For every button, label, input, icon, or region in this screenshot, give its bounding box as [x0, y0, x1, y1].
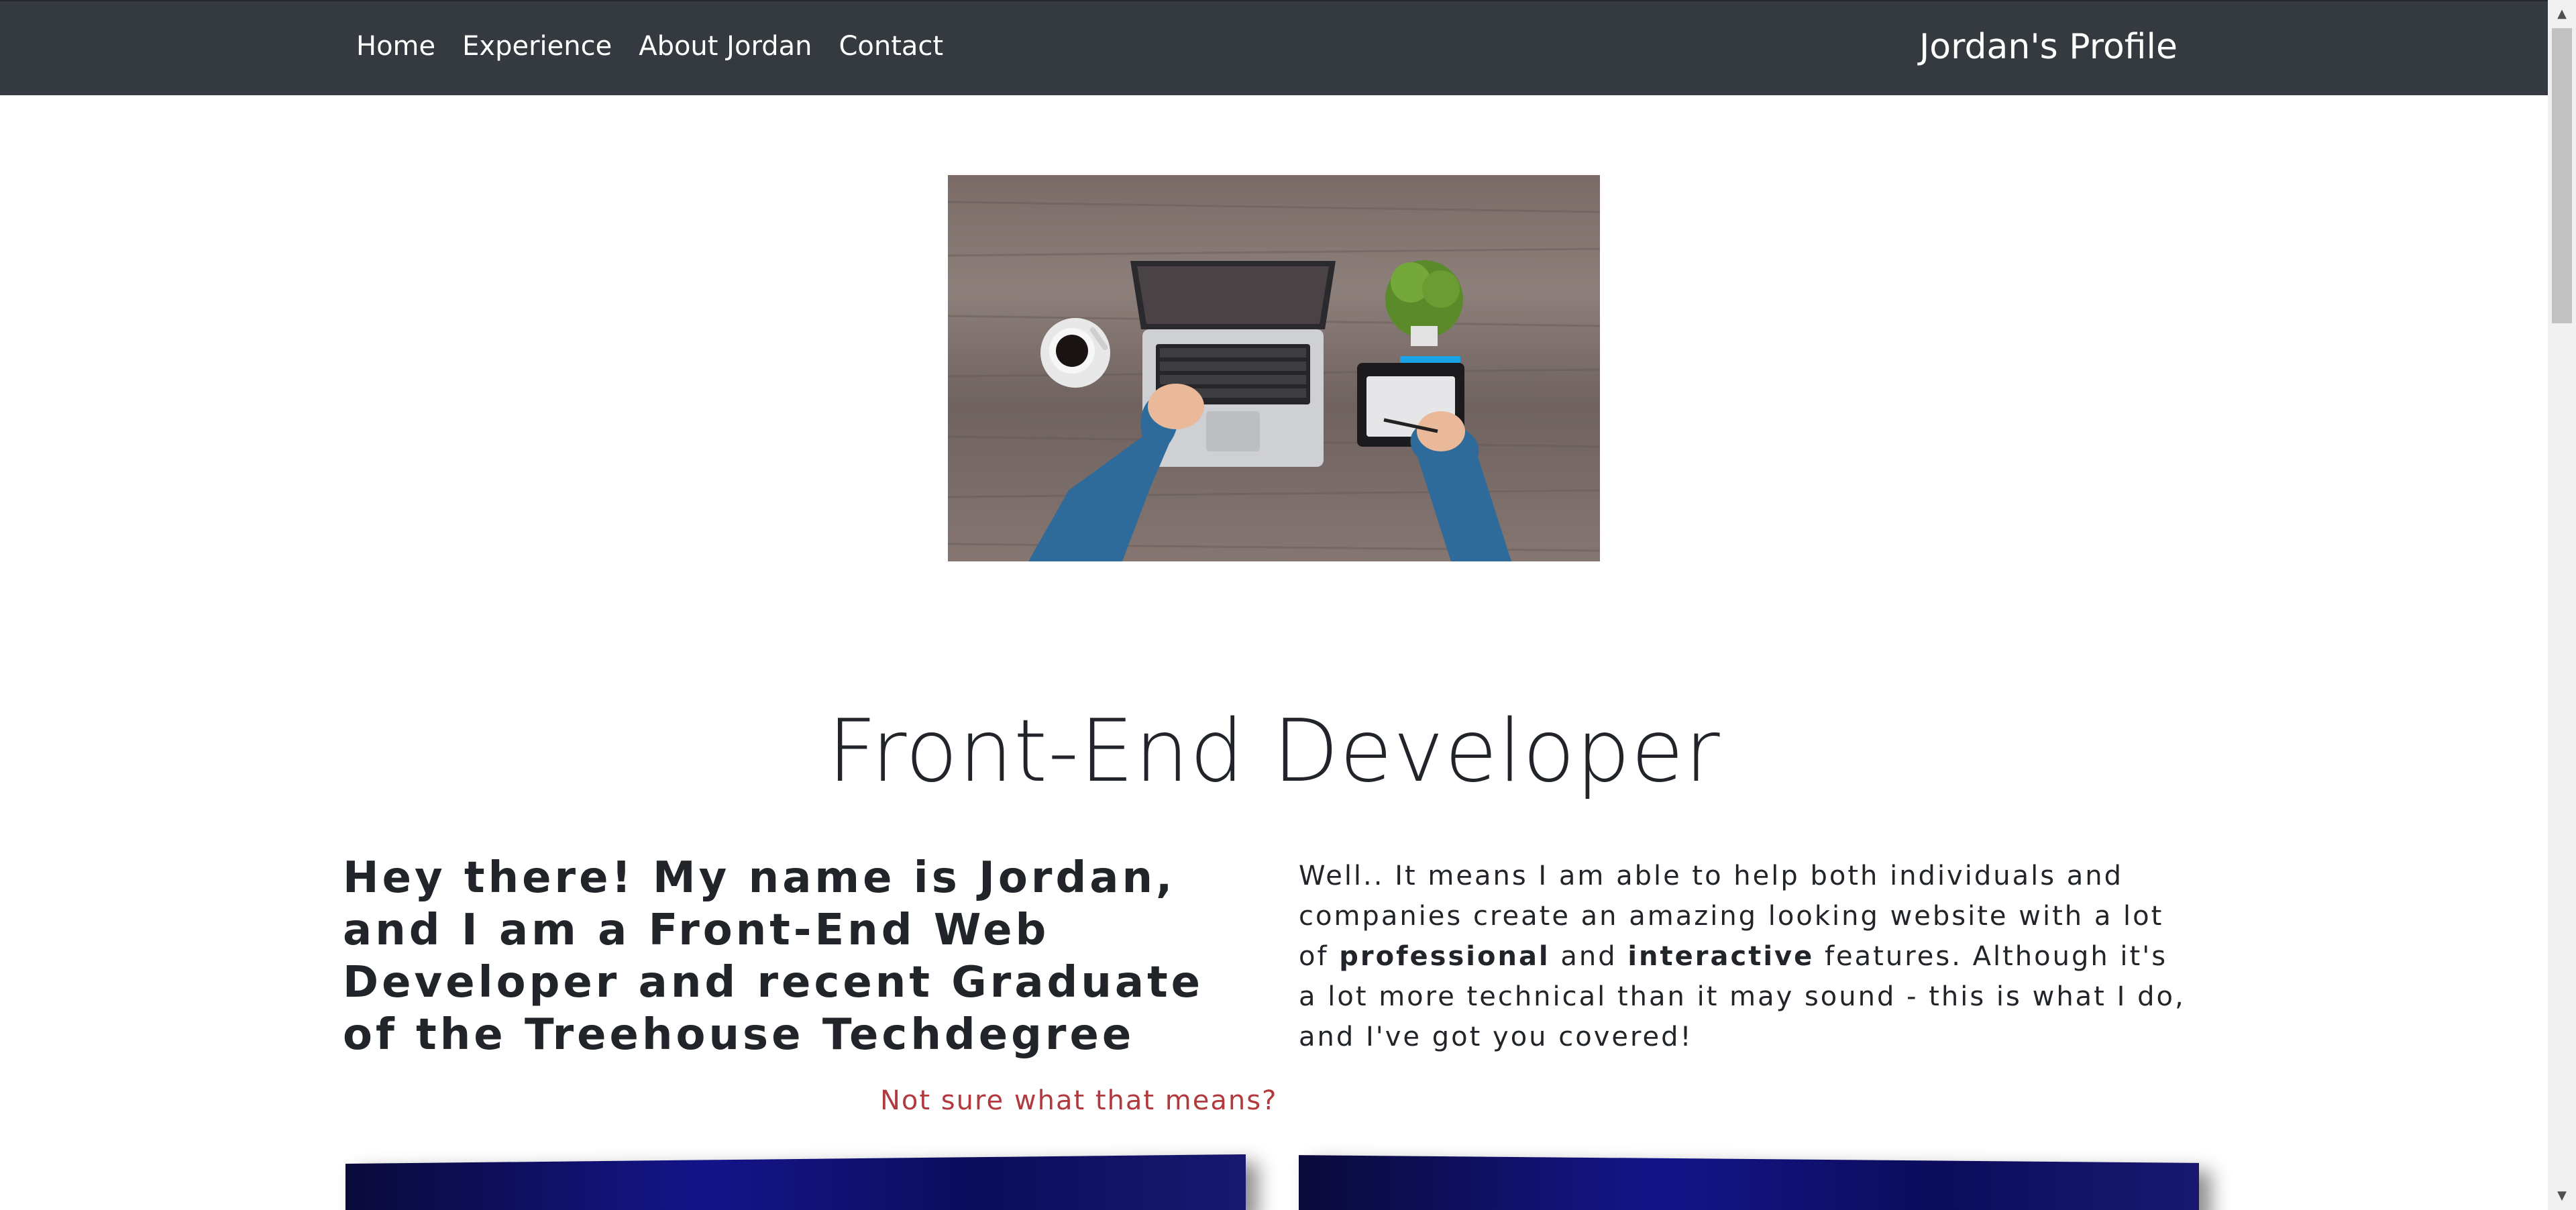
site-brand[interactable]: Jordan's Profile — [1919, 27, 2178, 67]
para-text-2: and — [1550, 941, 1628, 972]
nav-link-contact[interactable]: Contact — [839, 31, 943, 62]
para-bold-interactive: interactive — [1627, 941, 1815, 972]
intro-heading: Hey there! My name is Jordan, and I am a… — [343, 853, 1204, 1060]
page: Home Experience About Jordan Contact Jor… — [0, 0, 2576, 1210]
page-title: Front-End Developer — [827, 701, 1721, 802]
intro-paragraph: Well.. It means I am able to help both i… — [1299, 856, 2191, 1057]
scroll-thumb[interactable] — [2552, 28, 2572, 323]
top-navbar: Home Experience About Jordan Contact Jor… — [0, 0, 2548, 95]
hero-image — [948, 175, 1600, 561]
nav-link-about[interactable]: About Jordan — [639, 31, 812, 62]
nav-link-experience[interactable]: Experience — [462, 31, 612, 62]
nav-links: Home Experience About Jordan Contact — [356, 31, 943, 62]
para-bold-professional: professional — [1339, 941, 1550, 972]
page-scrollbar[interactable]: ▲ ▼ — [2548, 0, 2576, 1210]
scroll-up-arrow-icon[interactable]: ▲ — [2548, 0, 2576, 28]
nav-link-home[interactable]: Home — [356, 31, 435, 62]
not-sure-link[interactable]: Not sure what that means? — [880, 1085, 1277, 1116]
project-screenshot-left — [345, 1154, 1246, 1210]
scroll-down-arrow-icon[interactable]: ▼ — [2548, 1182, 2576, 1210]
workspace-laptop-image — [948, 201, 1600, 561]
project-screenshot-right — [1299, 1155, 2199, 1210]
